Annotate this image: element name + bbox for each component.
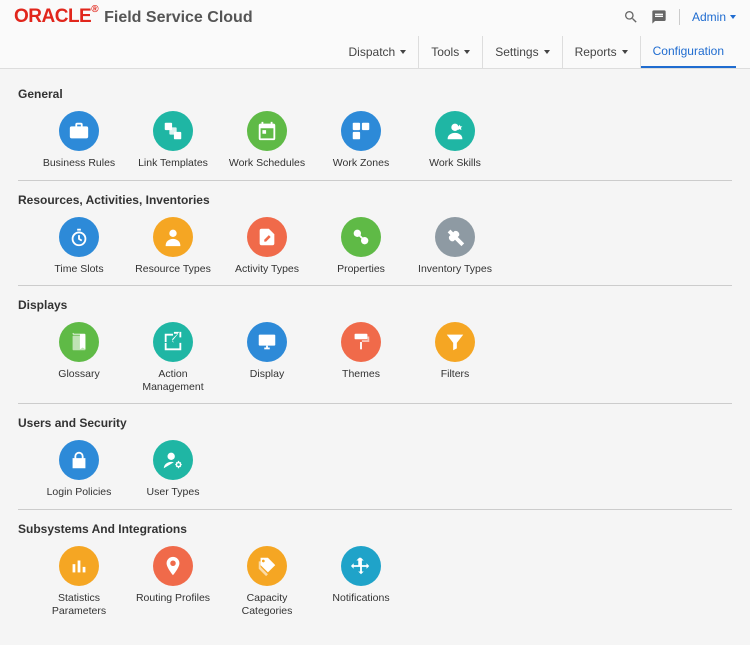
tile-display[interactable]: Display <box>220 318 314 401</box>
section-title-resources: Resources, Activities, Inventories <box>18 185 732 213</box>
map-pin-icon <box>162 555 184 577</box>
link-templates-icon <box>162 120 184 142</box>
book-icon <box>68 331 90 353</box>
content: General Business Rules Link Templates Wo… <box>0 69 750 645</box>
tile-work-schedules[interactable]: Work Schedules <box>220 107 314 178</box>
external-link-icon <box>162 331 184 353</box>
tile-label: Notifications <box>332 592 389 605</box>
tile-resource-types[interactable]: Resource Types <box>126 213 220 284</box>
product-name: Field Service Cloud <box>104 9 252 27</box>
briefcase-icon <box>68 120 90 142</box>
user-menu[interactable]: Admin <box>692 10 736 24</box>
person-icon <box>162 226 184 248</box>
properties-icon <box>350 226 372 248</box>
oracle-logo: ORACLE® <box>14 6 98 28</box>
section-general-tiles: Business Rules Link Templates Work Sched… <box>18 107 732 178</box>
tile-label: Resource Types <box>135 263 211 276</box>
section-divider <box>18 509 732 510</box>
brand: ORACLE® Field Service Cloud <box>14 6 253 28</box>
header-tools: Admin <box>623 9 736 25</box>
section-divider <box>18 403 732 404</box>
tile-label: Properties <box>337 263 385 276</box>
zones-icon <box>350 120 372 142</box>
tile-properties[interactable]: Properties <box>314 213 408 284</box>
tools-icon <box>444 226 466 248</box>
tile-label: Work Skills <box>429 157 481 170</box>
paint-roller-icon <box>350 331 372 353</box>
tile-label: Inventory Types <box>418 263 492 276</box>
funnel-icon <box>444 331 466 353</box>
tile-label: Statistics Parameters <box>34 592 124 617</box>
tile-label: Filters <box>441 368 470 381</box>
tile-label: Glossary <box>58 368 99 381</box>
nav-configuration[interactable]: Configuration <box>641 36 736 68</box>
tile-activity-types[interactable]: Activity Types <box>220 213 314 284</box>
bar-chart-icon <box>68 555 90 577</box>
nav-dispatch[interactable]: Dispatch <box>337 36 420 68</box>
tile-label: Time Slots <box>54 263 103 276</box>
tile-label: User Types <box>147 486 200 499</box>
section-title-displays: Displays <box>18 290 732 318</box>
section-divider <box>18 285 732 286</box>
tile-link-templates[interactable]: Link Templates <box>126 107 220 178</box>
tags-icon <box>256 555 278 577</box>
tile-label: Display <box>250 368 284 381</box>
nav-reports[interactable]: Reports <box>563 36 641 68</box>
arrows-icon <box>350 555 372 577</box>
section-divider <box>18 180 732 181</box>
tile-label: Activity Types <box>235 263 299 276</box>
tile-label: Link Templates <box>138 157 208 170</box>
lock-icon <box>68 449 90 471</box>
tile-work-skills[interactable]: Work Skills <box>408 107 502 178</box>
nav-settings[interactable]: Settings <box>483 36 562 68</box>
search-icon[interactable] <box>623 9 639 25</box>
chevron-down-icon <box>544 50 550 54</box>
section-title-subsystems: Subsystems And Integrations <box>18 514 732 542</box>
tile-business-rules[interactable]: Business Rules <box>32 107 126 178</box>
skills-icon <box>444 120 466 142</box>
tile-label: Work Zones <box>333 157 389 170</box>
header: ORACLE® Field Service Cloud Admin Dispat… <box>0 0 750 69</box>
tile-label: Business Rules <box>43 157 115 170</box>
tile-user-types[interactable]: User Types <box>126 436 220 507</box>
tile-label: Action Management <box>128 368 218 393</box>
stopwatch-icon <box>68 226 90 248</box>
chat-icon[interactable] <box>651 9 667 25</box>
section-title-users: Users and Security <box>18 408 732 436</box>
tile-label: Routing Profiles <box>136 592 210 605</box>
tile-label: Themes <box>342 368 380 381</box>
tile-glossary[interactable]: Glossary <box>32 318 126 401</box>
section-resources-tiles: Time Slots Resource Types Activity Types… <box>18 213 732 284</box>
chevron-down-icon <box>622 50 628 54</box>
user-gear-icon <box>162 449 184 471</box>
tile-label: Login Policies <box>47 486 112 499</box>
section-displays-tiles: Glossary Action Management Display Theme… <box>18 318 732 401</box>
tile-themes[interactable]: Themes <box>314 318 408 401</box>
monitor-icon <box>256 331 278 353</box>
chevron-down-icon <box>730 15 736 19</box>
chevron-down-icon <box>464 50 470 54</box>
tile-filters[interactable]: Filters <box>408 318 502 401</box>
tile-time-slots[interactable]: Time Slots <box>32 213 126 284</box>
nav-tools[interactable]: Tools <box>419 36 483 68</box>
chevron-down-icon <box>400 50 406 54</box>
tile-label: Capacity Categories <box>222 592 312 617</box>
tile-action-management[interactable]: Action Management <box>126 318 220 401</box>
tile-label: Work Schedules <box>229 157 305 170</box>
pencil-doc-icon <box>256 226 278 248</box>
section-title-general: General <box>18 79 732 107</box>
tile-login-policies[interactable]: Login Policies <box>32 436 126 507</box>
top-nav: Dispatch Tools Settings Reports Configur… <box>14 36 736 68</box>
tile-inventory-types[interactable]: Inventory Types <box>408 213 502 284</box>
section-users-tiles: Login Policies User Types <box>18 436 732 507</box>
calendar-icon <box>256 120 278 142</box>
tile-work-zones[interactable]: Work Zones <box>314 107 408 178</box>
